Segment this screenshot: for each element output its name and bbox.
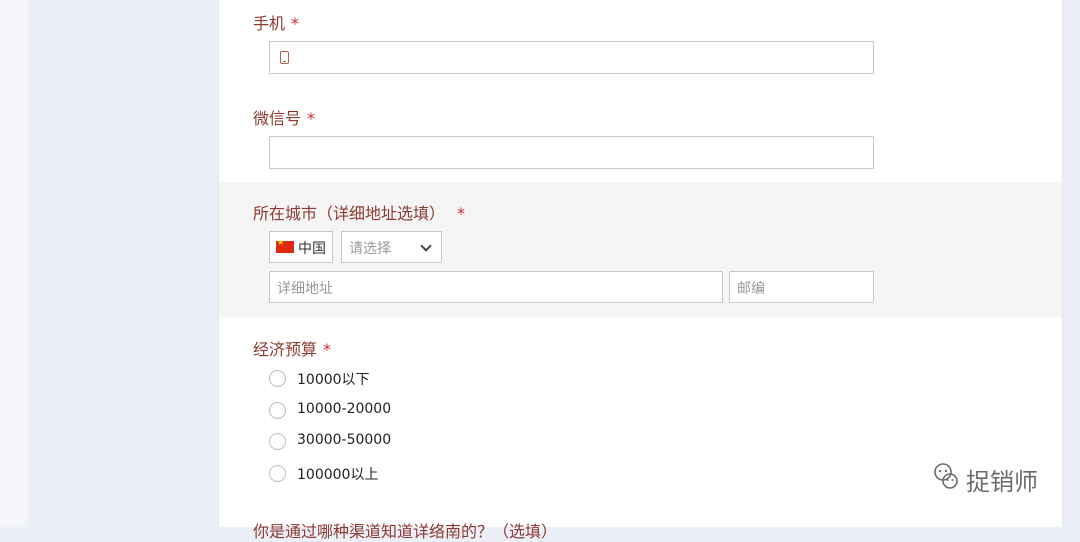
country-select[interactable]: 中国	[269, 231, 333, 263]
radio-label: 10000-20000	[297, 401, 392, 417]
budget-label: 经济预算 *	[253, 340, 332, 359]
city-label: 所在城市（详细地址选填） *	[253, 204, 466, 223]
next-question-label: 你是通过哪种渠道知道详络南的？（选填）	[253, 522, 558, 541]
radio-label: 100000以上	[297, 467, 379, 483]
radio-label: 30000-50000	[297, 432, 392, 448]
watermark-text: 捉销师	[966, 468, 1038, 496]
phone-label: 手机 *	[253, 14, 300, 33]
radio-button[interactable]	[269, 433, 286, 450]
country-text: 中国	[298, 241, 326, 257]
required-mark: *	[323, 340, 332, 359]
radio-button[interactable]	[269, 402, 286, 419]
required-mark: *	[291, 14, 300, 33]
city-section: 所在城市（详细地址选填）* 中国 请选择 详细地址 邮编	[219, 182, 1062, 317]
phone-icon	[280, 51, 289, 64]
chevron-down-icon	[420, 240, 432, 252]
region-select[interactable]: 请选择	[341, 231, 442, 263]
radio-button[interactable]	[269, 465, 286, 482]
phone-input[interactable]	[269, 41, 874, 74]
radio-button[interactable]	[269, 370, 286, 387]
address-input[interactable]: 详细地址	[269, 271, 723, 303]
required-mark: *	[307, 109, 316, 128]
form-card: 手机* 微信号* 所在城市（详细地址选填）* 中国 请选择 详细地址 邮编 经济…	[218, 0, 1063, 541]
china-flag-icon	[276, 238, 294, 253]
address-placeholder: 详细地址	[277, 281, 333, 297]
postcode-placeholder: 邮编	[737, 281, 765, 297]
wechat-label: 微信号 *	[253, 109, 316, 128]
wechat-input[interactable]	[269, 136, 874, 169]
required-mark: *	[457, 204, 466, 223]
radio-label: 10000以下	[297, 372, 370, 388]
left-gutter	[0, 0, 28, 527]
wechat-icon	[934, 463, 958, 489]
postcode-input[interactable]: 邮编	[729, 271, 874, 303]
region-select-placeholder: 请选择	[349, 241, 391, 257]
